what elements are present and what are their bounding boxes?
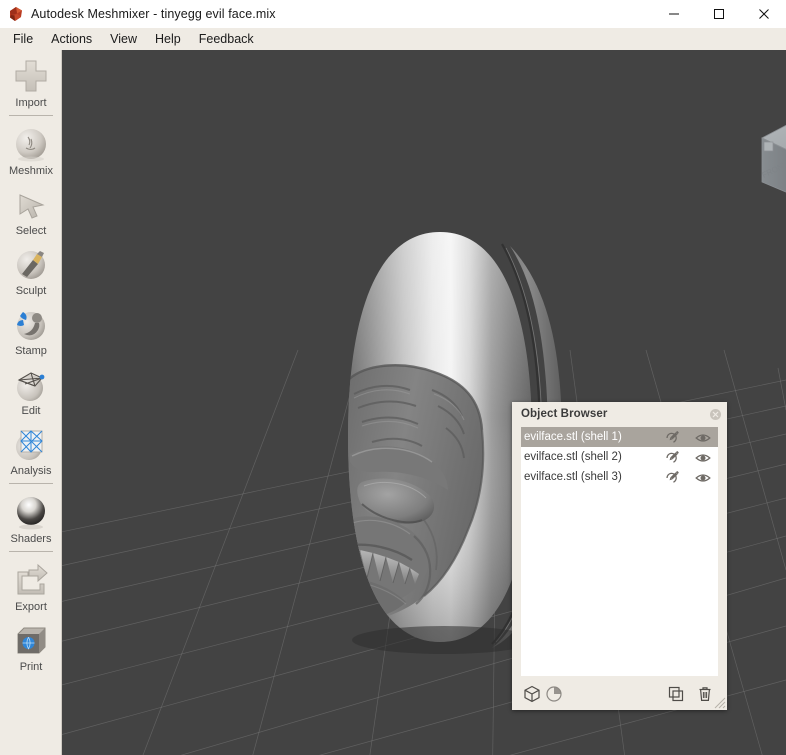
tool-separator-1 (8, 115, 53, 116)
object-browser-footer (512, 678, 727, 710)
window-controls (651, 0, 786, 28)
tool-label-edit: Edit (21, 405, 41, 417)
meshmixer-window: Autodesk Meshmixer - tinyegg evil face.m… (0, 0, 786, 755)
tool-meshmix[interactable]: Meshmix (0, 118, 62, 178)
window-title: Autodesk Meshmixer - tinyegg evil face.m… (31, 7, 276, 21)
tool-separator-3 (8, 551, 53, 552)
tool-select[interactable]: Select (0, 178, 62, 238)
object-browser-panel[interactable]: Object Browser evilface.stl (shell 1) ev… (512, 402, 727, 710)
menu-help[interactable]: Help (146, 30, 190, 48)
minimize-button[interactable] (651, 0, 696, 28)
tool-analysis[interactable]: Analysis (0, 418, 62, 478)
title-bar: Autodesk Meshmixer - tinyegg evil face.m… (0, 0, 786, 28)
cube-icon[interactable] (523, 685, 541, 703)
plus-import-icon (15, 60, 47, 92)
list-item[interactable]: evilface.stl (shell 3) (521, 467, 718, 487)
object-name: evilface.stl (shell 1) (524, 431, 622, 443)
stamp-icon (17, 312, 45, 340)
pick-hand-icon[interactable] (664, 449, 680, 465)
minimize-icon (668, 13, 679, 15)
tool-label-analysis: Analysis (10, 465, 52, 477)
shader-sphere-icon (17, 497, 45, 530)
tool-label-import: Import (15, 97, 47, 109)
close-icon (758, 9, 769, 19)
list-item[interactable]: evilface.stl (shell 2) (521, 447, 718, 467)
eye-visibility-icon[interactable] (695, 430, 711, 446)
object-browser-title: Object Browser (521, 408, 608, 420)
tool-shaders[interactable]: Shaders (0, 486, 62, 546)
tool-label-shaders: Shaders (10, 533, 52, 545)
meshmixer-polyhedron-logo (10, 7, 22, 21)
tool-edit[interactable]: Edit (0, 358, 62, 418)
object-list[interactable]: evilface.stl (shell 1) evilface.stl (she… (521, 427, 718, 676)
menu-bar: File Actions View Help Feedback (0, 28, 786, 50)
trash-icon[interactable] (696, 685, 714, 703)
tool-sculpt[interactable]: Sculpt (0, 238, 62, 298)
object-name: evilface.stl (shell 3) (524, 471, 622, 483)
menu-feedback[interactable]: Feedback (190, 30, 263, 48)
pick-hand-icon[interactable] (664, 469, 680, 485)
tool-label-stamp: Stamp (15, 345, 47, 357)
eye-visibility-icon[interactable] (695, 450, 711, 466)
menu-view[interactable]: View (101, 30, 146, 48)
menu-actions[interactable]: Actions (42, 30, 101, 48)
tool-separator-2 (8, 483, 53, 484)
object-browser-header: Object Browser (512, 402, 727, 426)
tool-export[interactable]: Export (0, 554, 62, 614)
eye-visibility-icon[interactable] (695, 470, 711, 486)
tool-print[interactable]: Print (0, 614, 62, 674)
list-item[interactable]: evilface.stl (shell 1) (521, 427, 718, 447)
meshmix-face-icon (16, 129, 46, 162)
arrow-cursor-icon (19, 194, 45, 219)
duplicate-icon[interactable] (667, 685, 685, 703)
pie-circle-icon[interactable] (545, 685, 563, 703)
analysis-grid-icon (16, 430, 43, 460)
tool-label-sculpt: Sculpt (15, 285, 47, 297)
tool-label-print: Print (19, 661, 43, 673)
menu-file[interactable]: File (4, 30, 42, 48)
tool-label-select: Select (15, 225, 47, 237)
tool-label-export: Export (15, 601, 47, 613)
object-browser-close-button[interactable] (710, 408, 721, 420)
object-name: evilface.stl (shell 2) (524, 451, 622, 463)
tool-label-meshmix: Meshmix (8, 165, 53, 177)
edit-mesh-icon (17, 372, 45, 401)
tool-rail: Import Meshmix Select Sculpt Stamp Edit … (0, 50, 62, 755)
pick-hand-icon[interactable] (664, 429, 680, 445)
printer-icon (17, 627, 46, 654)
sculpt-brush-icon (17, 251, 45, 279)
tool-import[interactable]: Import (0, 50, 62, 110)
close-icon (712, 411, 719, 417)
panel-resize-grip[interactable] (713, 696, 726, 709)
export-arrow-icon (17, 563, 48, 595)
maximize-icon (713, 9, 724, 19)
tool-stamp[interactable]: Stamp (0, 298, 62, 358)
maximize-button[interactable] (696, 0, 741, 28)
close-button[interactable] (741, 0, 786, 28)
